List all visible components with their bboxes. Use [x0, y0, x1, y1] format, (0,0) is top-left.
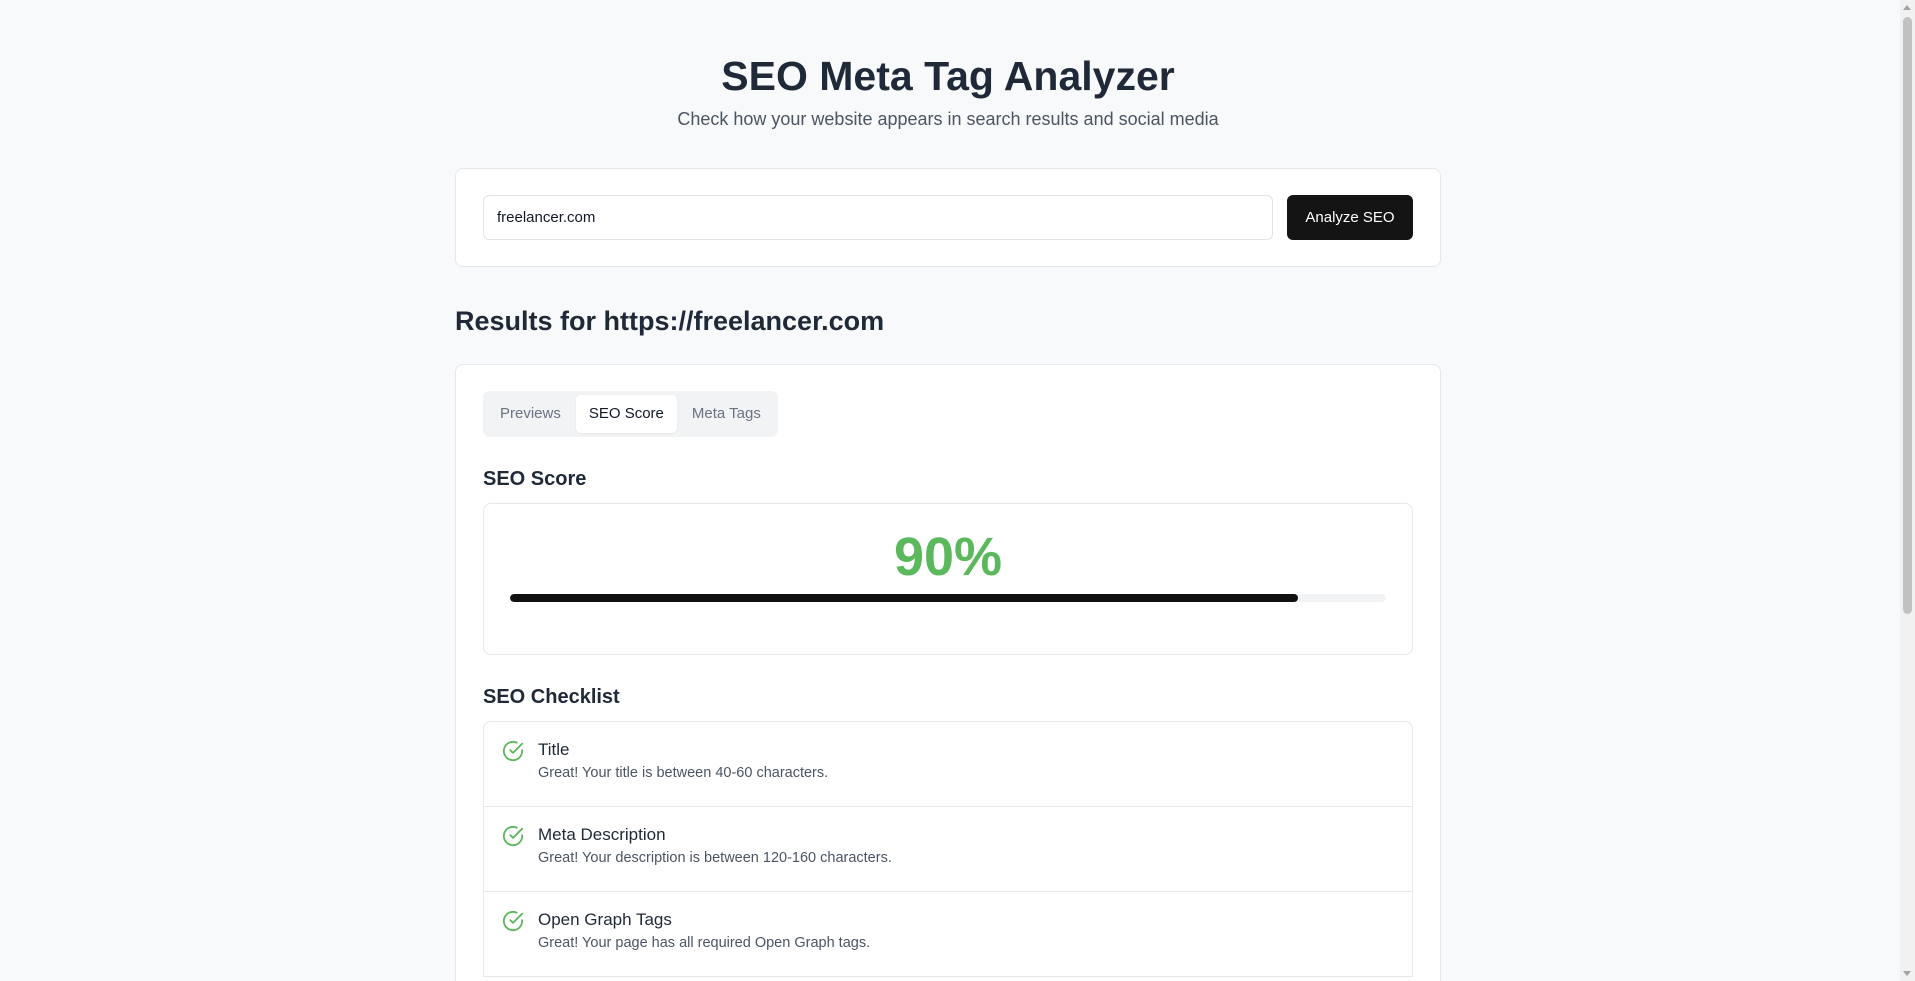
main-container: SEO Meta Tag Analyzer Check how your web…	[455, 0, 1441, 981]
checklist-item-title: Title	[538, 740, 570, 759]
scroll-down-arrow-icon[interactable]	[1903, 971, 1911, 976]
checklist-item: Title Great! Your title is between 40-60…	[484, 722, 1412, 807]
checklist-item-title: Open Graph Tags	[538, 910, 672, 929]
tab-previews[interactable]: Previews	[487, 395, 574, 433]
seo-score-heading: SEO Score	[483, 468, 587, 490]
scroll-up-arrow-icon[interactable]	[1903, 5, 1911, 10]
checklist-item-description: Great! Your description is between 120-1…	[538, 850, 892, 866]
checklist-item-text: Meta Description Great! Your description…	[538, 824, 892, 878]
check-circle-icon	[502, 910, 524, 932]
checklist-item-text: Title Great! Your title is between 40-60…	[538, 739, 828, 793]
analyze-seo-button[interactable]: Analyze SEO	[1287, 195, 1413, 240]
tab-seo-score[interactable]: SEO Score	[575, 395, 677, 433]
checklist-item-text: Open Graph Tags Great! Your page has all…	[538, 909, 870, 963]
checklist-item: Open Graph Tags Great! Your page has all…	[484, 892, 1412, 977]
vertical-scrollbar[interactable]	[1900, 0, 1915, 981]
seo-checklist: Title Great! Your title is between 40-60…	[483, 721, 1413, 977]
score-value: 90%	[893, 527, 1003, 587]
results-title: Results for https://freelancer.com	[455, 306, 885, 336]
checklist-item-title: Meta Description	[538, 825, 666, 844]
tab-list: Previews SEO Score Meta Tags	[483, 391, 778, 437]
checklist-item: Meta Description Great! Your description…	[484, 807, 1412, 892]
check-circle-icon	[502, 825, 524, 847]
url-input[interactable]	[483, 195, 1273, 240]
page-subtitle: Check how your website appears in search…	[677, 109, 1219, 129]
scrollbar-thumb[interactable]	[1903, 17, 1912, 614]
tab-meta-tags[interactable]: Meta Tags	[679, 395, 774, 433]
results-card: Previews SEO Score Meta Tags SEO Score 9…	[455, 364, 1441, 981]
seo-checklist-heading: SEO Checklist	[483, 686, 620, 708]
check-circle-icon	[502, 740, 524, 762]
page-title: SEO Meta Tag Analyzer	[721, 53, 1175, 99]
checklist-item-description: Great! Your title is between 40-60 chara…	[538, 765, 829, 781]
checklist-item-description: Great! Your page has all required Open G…	[538, 935, 871, 951]
score-progress-track	[510, 594, 1386, 602]
page: SEO Meta Tag Analyzer Check how your web…	[0, 0, 1915, 981]
page-header: SEO Meta Tag Analyzer Check how your web…	[455, 0, 1441, 130]
score-box: 90%	[483, 503, 1413, 655]
search-card: Analyze SEO	[455, 168, 1441, 267]
score-progress-fill	[510, 594, 1299, 602]
